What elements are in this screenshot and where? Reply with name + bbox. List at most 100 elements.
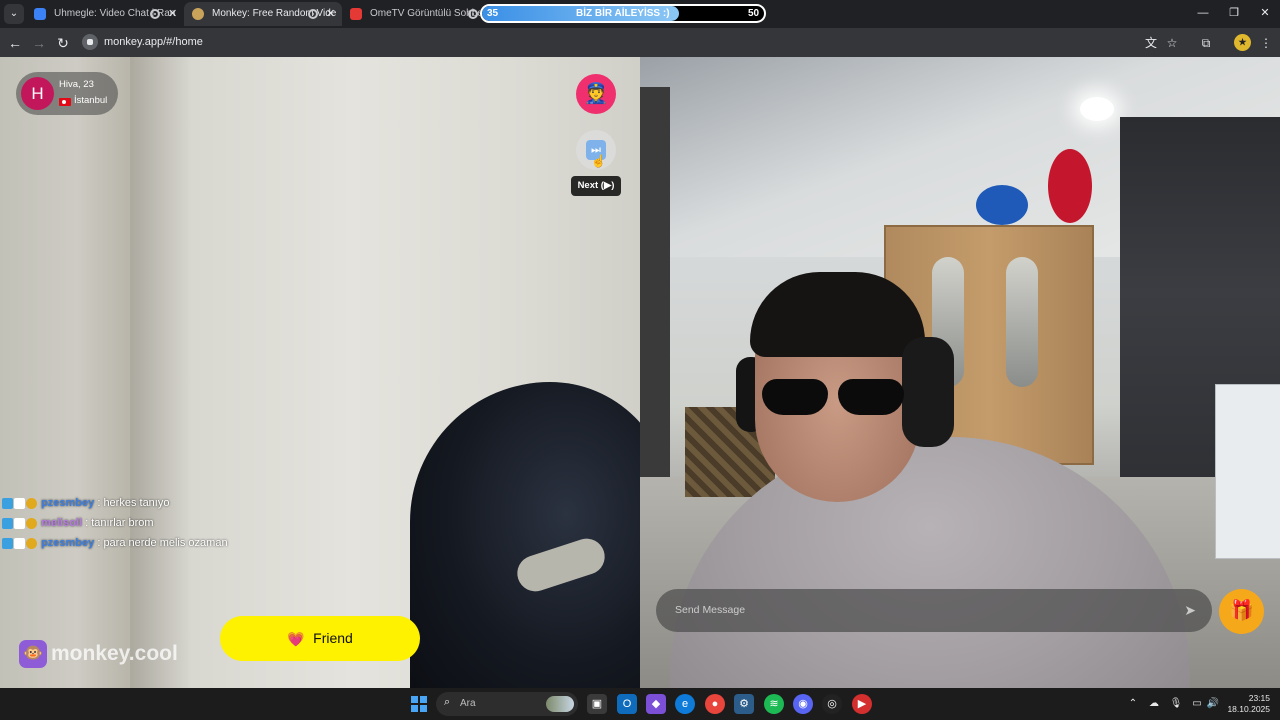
- outlook-icon[interactable]: O: [617, 694, 637, 714]
- url-text: monkey.app/#/home: [104, 36, 203, 48]
- boxing-glove-red: [1048, 149, 1092, 223]
- diamond-badge-icon: [2, 537, 13, 549]
- menu-kebab-icon[interactable]: ⋮: [1257, 34, 1275, 52]
- user-badges: [2, 537, 38, 549]
- level-badge-icon: [14, 537, 25, 549]
- message-input[interactable]: Send Message ➤: [656, 589, 1212, 632]
- boxing-glove-blue: [976, 185, 1028, 225]
- clock-date: 18.10.2025: [1227, 704, 1270, 714]
- chrome-icon[interactable]: ●: [705, 694, 725, 714]
- recording-indicator-icon: [468, 9, 478, 19]
- spotify-icon[interactable]: ≋: [764, 694, 784, 714]
- tab-monkey[interactable]: Monkey: Free Random Vide ✕: [184, 2, 342, 26]
- next-tooltip: Next (▶): [571, 176, 621, 196]
- gift-button[interactable]: 🎁: [1219, 589, 1264, 634]
- wardrobe-mirror: [1006, 257, 1038, 387]
- goal-current-value: 35: [487, 8, 499, 19]
- reload-icon[interactable]: ↻: [53, 33, 73, 53]
- chat-username[interactable]: melisoll: [41, 517, 82, 529]
- chat-text: : herkes tanıyo: [97, 497, 170, 509]
- ometv-favicon-icon: [350, 8, 362, 20]
- level-badge-icon: [14, 497, 25, 509]
- video-chat-area: H Hiva, 23 İstanbul 👮 ⏭ ☝ Next (▶) pzesm…: [0, 57, 1280, 688]
- remote-user-card[interactable]: H Hiva, 23 İstanbul: [16, 72, 118, 115]
- wall-shadow: [130, 57, 190, 688]
- uhmegle-favicon-icon: [34, 8, 46, 20]
- search-highlight-image: [546, 696, 574, 712]
- gift-icon: 🎁: [1229, 600, 1254, 622]
- coin-badge-icon: [26, 537, 37, 549]
- brand-text: monkey.cool: [51, 642, 178, 665]
- restore-icon[interactable]: ❐: [1224, 4, 1244, 22]
- site-info-icon[interactable]: [82, 34, 98, 50]
- close-tab-icon[interactable]: ✕: [168, 2, 177, 26]
- ceiling-light: [1080, 97, 1114, 121]
- translate-icon[interactable]: 文: [1142, 34, 1160, 52]
- taskbar-clock[interactable]: 23:15 18.10.2025: [1224, 693, 1270, 715]
- volume-icon[interactable]: 🔊: [1206, 697, 1220, 711]
- taskbar-search[interactable]: ⌕ Ara: [436, 692, 578, 716]
- tab-uhmegle[interactable]: Uhmegle: Video Chat | Ran ✕: [26, 2, 182, 26]
- friend-button-label: Friend: [313, 630, 353, 646]
- tab-title: OmeTV Görüntülü Sohbet: [370, 8, 480, 19]
- report-button[interactable]: 👮: [576, 74, 616, 114]
- chat-message: pzesmbey : herkes tanıyo: [2, 497, 402, 517]
- police-officer-icon: 👮: [583, 83, 609, 105]
- edge-icon[interactable]: e: [675, 694, 695, 714]
- user-avatar: H: [21, 77, 54, 110]
- tab-search-button[interactable]: ⌄: [4, 4, 24, 24]
- sunglasses-lens: [838, 379, 904, 415]
- diamond-badge-icon: [2, 497, 13, 509]
- browser-toolbar: ← → ↻ monkey.app/#/home 文 ☆ ⧉ ★ ⋮: [0, 28, 1280, 57]
- recording-indicator-icon: [150, 9, 160, 19]
- obs-icon[interactable]: ◎: [822, 694, 842, 714]
- search-icon: ⌕: [444, 696, 451, 708]
- chat-message: pzesmbey : para nerde melis ozaman: [2, 537, 402, 557]
- copilot-icon[interactable]: ◆: [646, 694, 666, 714]
- microphone-icon[interactable]: 🎙: [1169, 697, 1183, 711]
- chat-username[interactable]: pzesmbey: [41, 537, 94, 549]
- monkey-icon: 🐵: [19, 640, 47, 668]
- task-view-icon[interactable]: ▣: [587, 694, 607, 714]
- address-bar[interactable]: monkey.app/#/home: [78, 31, 1188, 54]
- level-badge-icon: [14, 517, 25, 529]
- chat-username[interactable]: pzesmbey: [41, 497, 94, 509]
- user-badges: [2, 497, 38, 509]
- remote-video-feed: [0, 57, 640, 688]
- sunglasses-lens: [762, 379, 828, 415]
- back-arrow-icon[interactable]: ←: [5, 33, 25, 53]
- send-icon[interactable]: ➤: [1184, 589, 1196, 632]
- coin-badge-icon: [26, 517, 37, 529]
- clock-time: 23:15: [1248, 693, 1270, 703]
- settings-gear-icon[interactable]: ⚙: [734, 694, 754, 714]
- bookmark-star-icon[interactable]: ☆: [1163, 34, 1181, 52]
- windows-start-icon[interactable]: [411, 696, 427, 712]
- forward-arrow-icon[interactable]: →: [29, 33, 49, 53]
- diamond-badge-icon: [2, 517, 13, 529]
- goal-text: BİZ BİR AİLEYİSS :): [576, 8, 670, 19]
- message-placeholder: Send Message: [675, 604, 746, 616]
- network-icon[interactable]: ▭: [1190, 697, 1204, 711]
- monkey-favicon-icon: [192, 8, 204, 20]
- chevron-up-icon[interactable]: ⌃: [1126, 697, 1140, 711]
- close-window-icon[interactable]: ✕: [1255, 4, 1275, 22]
- onedrive-icon[interactable]: ☁: [1147, 697, 1161, 711]
- chat-text: : tanırlar brom: [85, 517, 154, 529]
- minimize-icon[interactable]: —: [1193, 4, 1213, 22]
- office-chair: [410, 382, 640, 688]
- user-city: İstanbul: [74, 95, 108, 106]
- close-tab-icon[interactable]: ✕: [326, 2, 335, 26]
- friend-button[interactable]: 💗 Friend: [220, 616, 420, 661]
- goal-target-value: 50: [748, 8, 760, 19]
- media-player-icon[interactable]: ▶: [852, 694, 872, 714]
- hand-cursor-icon: ☝: [591, 154, 606, 168]
- recording-indicator-icon: [308, 9, 318, 19]
- stream-goal-banner: 35 BİZ BİR AİLEYİSS :) 50: [480, 4, 766, 23]
- profile-avatar[interactable]: ★: [1234, 34, 1251, 51]
- discord-icon[interactable]: ◉: [793, 694, 813, 714]
- extensions-icon[interactable]: ⧉: [1197, 34, 1215, 52]
- taskbar-search-placeholder: Ara: [460, 698, 476, 709]
- mini-fridge: [1215, 384, 1280, 559]
- windows-taskbar: ⌕ Ara ▣ O ◆ e ● ⚙ ≋ ◉ ◎ ▶ ⌃ ☁ 🎙 ▭ 🔊 23:1…: [0, 688, 1280, 720]
- tab-ometv[interactable]: OmeTV Görüntülü Sohbet: [342, 2, 480, 26]
